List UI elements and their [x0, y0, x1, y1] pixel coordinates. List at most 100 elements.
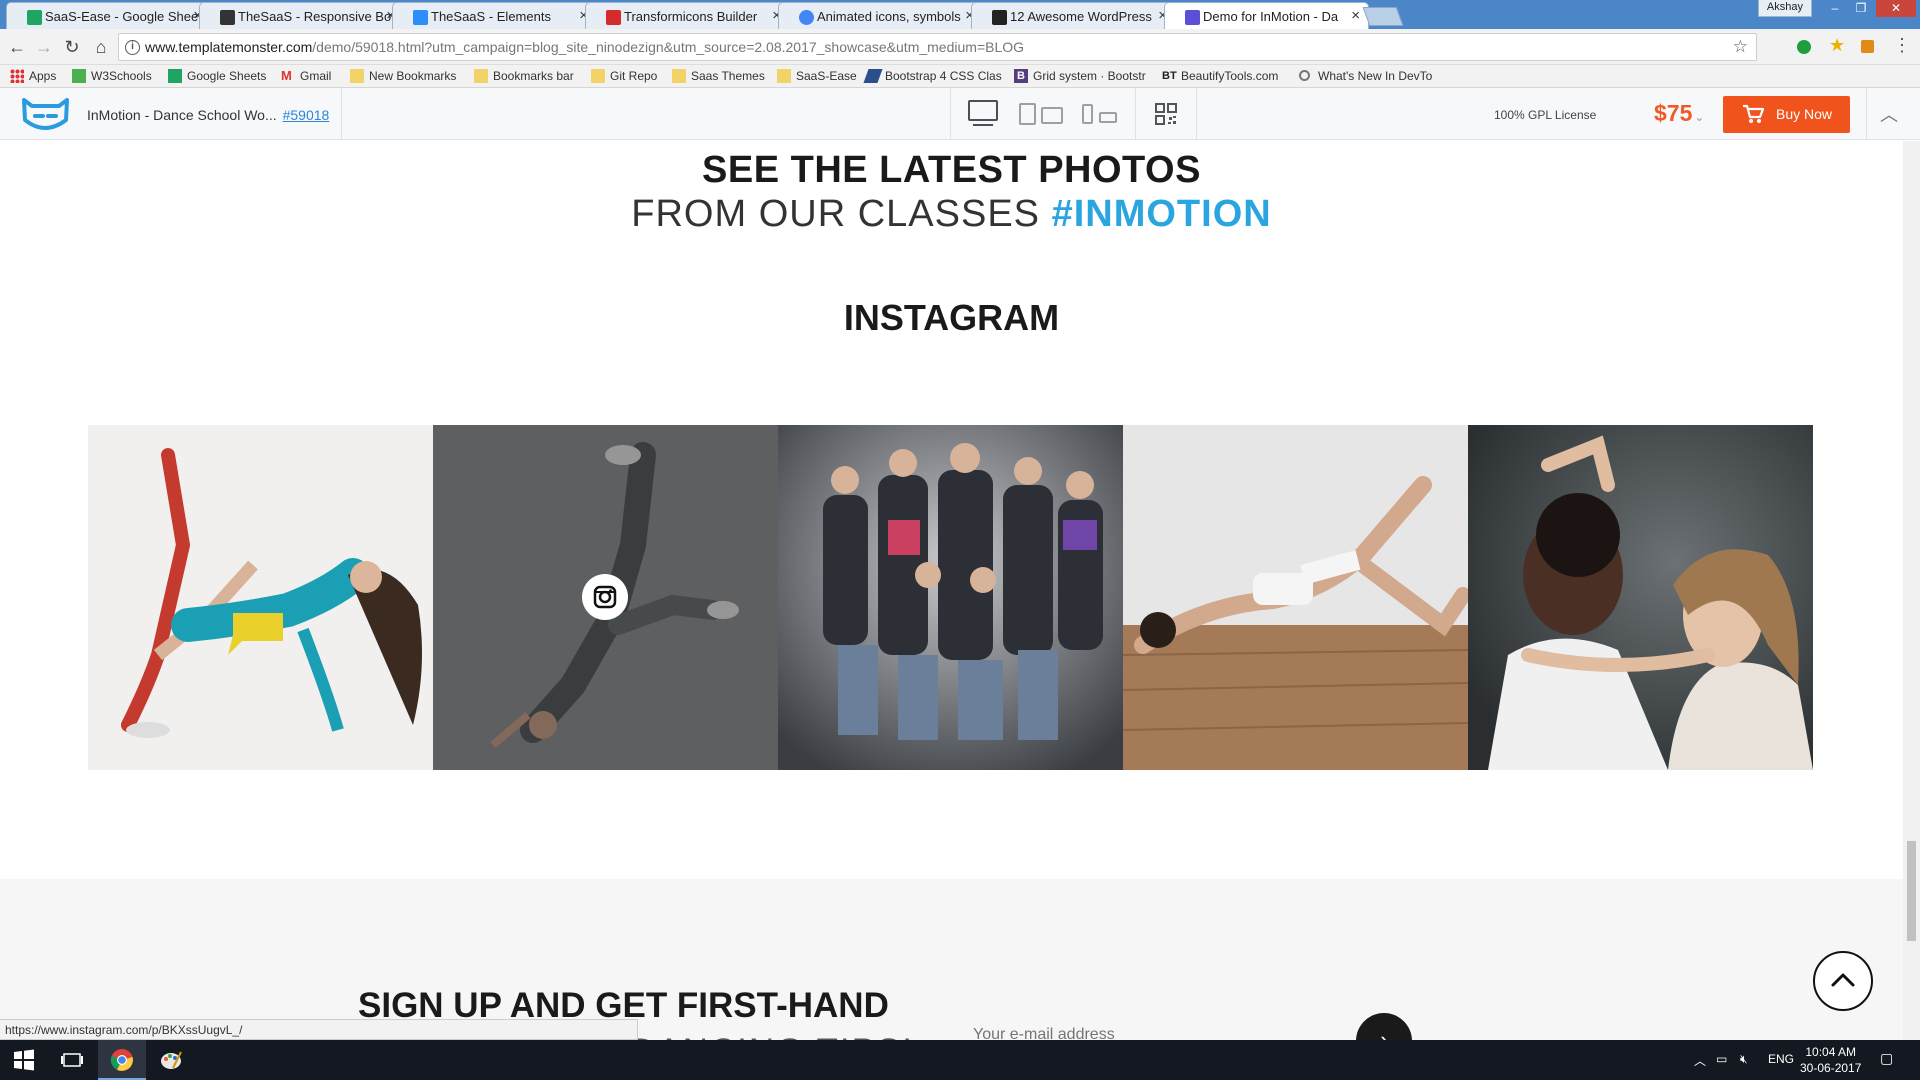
- green-dot-extension-icon[interactable]: [1797, 40, 1811, 54]
- browser-tab-bar: SaaS-Ease - Google Shee × TheSaaS - Resp…: [0, 0, 1920, 30]
- bookmark-bootstrap-css[interactable]: Bootstrap 4 CSS Clas: [863, 69, 1002, 83]
- bookmark-gmail[interactable]: M Gmail: [281, 69, 331, 84]
- bootstrap-b-icon: B: [1014, 69, 1028, 83]
- tab-title: Demo for InMotion - Da: [1203, 9, 1339, 24]
- divider: [950, 88, 951, 140]
- url-path: /demo/59018.html?utm_campaign=blog_site_…: [312, 39, 1025, 55]
- devtools-icon: [1299, 70, 1310, 81]
- star-extension-icon[interactable]: ★: [1829, 35, 1847, 55]
- extension-icon[interactable]: [1861, 40, 1874, 53]
- page-scrollbar[interactable]: [1903, 141, 1920, 1040]
- folder-icon: [672, 69, 686, 83]
- volume-muted-icon[interactable]: 🔇︎: [1740, 1052, 1748, 1067]
- phone-portrait-icon[interactable]: [1082, 104, 1093, 124]
- language-indicator[interactable]: ENG: [1768, 1052, 1794, 1066]
- bookmark-devtools[interactable]: What's New In DevTo: [1299, 69, 1432, 83]
- templatemonster-favicon-icon: [1185, 10, 1200, 25]
- templatemonster-logo-icon[interactable]: [18, 94, 73, 134]
- back-arrow-icon[interactable]: ←: [6, 36, 28, 58]
- home-icon[interactable]: ⌂: [90, 36, 112, 58]
- divider: [1866, 88, 1867, 140]
- scroll-to-top-button[interactable]: [1813, 951, 1873, 1011]
- desktop-view-icon[interactable]: [968, 100, 998, 121]
- minimize-icon[interactable]: –: [1822, 0, 1848, 17]
- instagram-photo[interactable]: [1123, 425, 1468, 770]
- bookmark-folder[interactable]: Git Repo: [591, 69, 657, 83]
- bookmark-folder[interactable]: Bookmarks bar: [474, 69, 574, 83]
- dancer-photo-image: [88, 425, 433, 770]
- floor-dancer-photo-image: [1123, 425, 1468, 770]
- scrollbar-thumb[interactable]: [1907, 841, 1916, 941]
- url-host: www.templatemonster.com: [145, 39, 313, 55]
- profile-button[interactable]: Akshay: [1757, 0, 1812, 17]
- bookmark-apps[interactable]: Apps: [10, 69, 56, 83]
- divider: [1196, 88, 1197, 140]
- restore-icon[interactable]: ❐: [1848, 0, 1874, 17]
- bookmark-folder[interactable]: SaaS-Ease: [777, 69, 857, 83]
- browser-tab[interactable]: Animated icons, symbols ×: [778, 2, 983, 29]
- url-input[interactable]: i www.templatemonster.com/demo/59018.htm…: [118, 33, 1757, 61]
- taskbar-clock[interactable]: 10:04 AM 30-06-2017: [1800, 1044, 1861, 1076]
- tablet-landscape-icon[interactable]: [1041, 107, 1063, 124]
- instagram-photo[interactable]: [88, 425, 433, 770]
- w3schools-icon: [72, 69, 86, 83]
- new-tab-button[interactable]: [1362, 7, 1404, 26]
- chrome-icon: [110, 1049, 133, 1071]
- tab-title: SaaS-Ease - Google Shee: [45, 9, 199, 24]
- site-info-icon[interactable]: i: [125, 40, 140, 55]
- bookmark-beautifytools[interactable]: BT BeautifyTools.com: [1162, 69, 1278, 83]
- folder-icon: [591, 69, 605, 83]
- browser-tab-active[interactable]: Demo for InMotion - Da ×: [1164, 2, 1369, 30]
- tray-chevron-up-icon[interactable]: ︿: [1694, 1052, 1706, 1069]
- wordpress-article-favicon-icon: [992, 10, 1007, 25]
- instagram-photo[interactable]: [1468, 425, 1813, 770]
- browser-tab[interactable]: TheSaaS - Responsive Bo ×: [199, 2, 404, 29]
- browser-tab[interactable]: 12 Awesome WordPress ×: [971, 2, 1176, 29]
- bookmark-star-icon[interactable]: ☆: [1733, 37, 1748, 57]
- apps-grid-icon: [10, 69, 24, 83]
- menu-dots-icon[interactable]: ⋮: [1893, 35, 1911, 55]
- tab-title: TheSaaS - Elements: [431, 9, 551, 24]
- bookmark-google-sheets[interactable]: Google Sheets: [168, 69, 266, 83]
- desktop-stand-icon: [973, 124, 993, 126]
- bookmark-w3schools[interactable]: W3Schools: [72, 69, 152, 83]
- window-close-icon[interactable]: ✕: [1876, 0, 1916, 17]
- chrome-taskbar-button[interactable]: [98, 1040, 146, 1080]
- folder-icon: [474, 69, 488, 83]
- browser-tab[interactable]: Transformicons Builder ×: [585, 2, 790, 29]
- section-heading: SEE THE LATEST PHOTOS: [702, 149, 1201, 191]
- forward-arrow-icon[interactable]: →: [33, 36, 55, 58]
- email-input[interactable]: [973, 1026, 1333, 1040]
- collapse-bar-chevron-up-icon[interactable]: ︿: [1880, 101, 1898, 127]
- close-tab-icon[interactable]: ×: [1351, 7, 1360, 24]
- qr-code-icon[interactable]: [1155, 103, 1177, 125]
- buy-now-button[interactable]: Buy Now: [1723, 96, 1850, 133]
- newsletter-section: SIGN UP AND GET FIRST-HAND DANCING TIPS!…: [0, 879, 1903, 1040]
- network-icon[interactable]: ▭: [1716, 1052, 1727, 1066]
- task-view-icon[interactable]: [60, 1048, 84, 1072]
- transformicons-favicon-icon: [606, 10, 621, 25]
- template-demo-bar: InMotion - Dance School Wo... #59018 100%…: [0, 88, 1920, 140]
- instagram-photo[interactable]: [778, 425, 1123, 770]
- divider: [1135, 88, 1136, 140]
- browser-tab[interactable]: SaaS-Ease - Google Shee ×: [6, 2, 211, 29]
- windows-start-icon[interactable]: [12, 1048, 36, 1072]
- bookmark-folder[interactable]: New Bookmarks: [350, 69, 456, 83]
- price-selector[interactable]: $75 ⌄: [1654, 100, 1704, 127]
- paint-app-icon[interactable]: [159, 1048, 183, 1072]
- instagram-icon[interactable]: [582, 574, 628, 620]
- tablet-portrait-icon[interactable]: [1019, 103, 1036, 125]
- tab-title: TheSaaS - Responsive Bo: [238, 9, 392, 24]
- phone-landscape-icon[interactable]: [1099, 112, 1117, 123]
- chevron-down-icon: ⌄: [1694, 110, 1705, 124]
- reload-icon[interactable]: ↻: [61, 36, 83, 58]
- bookmark-folder[interactable]: Saas Themes: [672, 69, 765, 83]
- cart-icon: [1743, 104, 1764, 123]
- notifications-icon[interactable]: ▢: [1880, 1050, 1893, 1067]
- subscribe-submit-button[interactable]: ›: [1356, 1013, 1412, 1040]
- bootstrap-icon: [863, 69, 883, 83]
- instagram-photo[interactable]: [433, 425, 778, 770]
- browser-tab[interactable]: TheSaaS - Elements ×: [392, 2, 597, 29]
- template-id-link[interactable]: #59018: [283, 107, 330, 123]
- bookmark-grid-system[interactable]: B Grid system · Bootstr: [1014, 69, 1146, 83]
